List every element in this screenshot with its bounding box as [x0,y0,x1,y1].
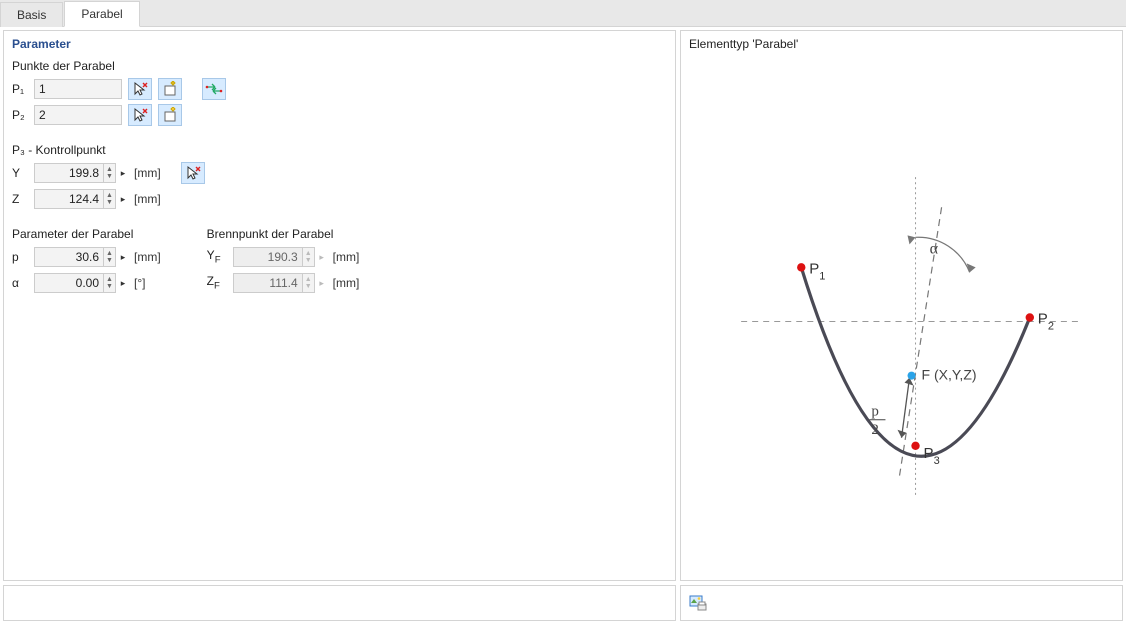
swap-points[interactable] [202,78,226,100]
new-item-icon [162,107,178,123]
alpha-spinner[interactable]: ▲▼ [104,273,116,293]
zf-label: ZF [207,274,233,291]
cursor-pick-icon [132,81,148,97]
p-spinner[interactable]: ▲▼ [104,247,116,267]
alpha-label: α [12,276,34,290]
y-menu[interactable]: ▸ [116,163,130,183]
z-unit: [mm] [134,192,161,206]
svg-text:α: α [930,240,939,257]
swap-arrows-icon [205,81,223,97]
svg-text:P3: P3 [924,445,940,467]
p2-input[interactable]: 2 [34,105,122,125]
tab-basis[interactable]: Basis [0,2,63,27]
yf-menu: ▸ [315,247,329,267]
panel-title-parameter: Parameter [4,31,675,55]
yf-spinner: ▲▼ [303,247,315,267]
alpha-input[interactable]: 0.00 [34,273,104,293]
p2-label: P₂ [12,108,34,122]
preview-canvas: α p 2 F (X,Y,Z) P1 [681,55,1122,580]
print-preview-button[interactable] [687,592,709,614]
y-unit: [mm] [134,166,161,180]
p-label: p [12,250,34,264]
z-label: Z [12,192,34,206]
preview-title: Elementtyp 'Parabel' [681,31,1122,55]
zf-menu: ▸ [315,273,329,293]
svg-text:p: p [871,404,879,420]
left-bottom-panel [3,585,676,621]
pick-point-p1[interactable] [128,78,152,100]
new-item-icon [162,81,178,97]
yf-input: 190.3 [233,247,303,267]
preview-toolbar [680,585,1123,621]
svg-text:P2: P2 [1038,311,1054,333]
section-points: Punkte der Parabel [4,55,675,75]
tab-parabel[interactable]: Parabel [64,1,139,27]
y-spinner[interactable]: ▲▼ [104,163,116,183]
z-spinner[interactable]: ▲▼ [104,189,116,209]
svg-text:P1: P1 [809,260,825,282]
new-item-p1[interactable] [158,78,182,100]
svg-text:2: 2 [871,422,879,438]
p-input[interactable]: 30.6 [34,247,104,267]
cursor-pick-icon [132,107,148,123]
z-menu[interactable]: ▸ [116,189,130,209]
pick-point-p2[interactable] [128,104,152,126]
svg-text:F (X,Y,Z): F (X,Y,Z) [922,367,977,383]
y-label: Y [12,166,34,180]
alpha-unit: [°] [134,276,145,290]
zf-unit: [mm] [333,276,360,290]
pick-coord-p3[interactable] [181,162,205,184]
p-menu[interactable]: ▸ [116,247,130,267]
yf-label: YF [207,248,233,265]
new-item-p2[interactable] [158,104,182,126]
alpha-menu[interactable]: ▸ [116,273,130,293]
p1-label: P₁ [12,82,34,96]
section-param: Parameter der Parabel [4,223,169,243]
p1-input[interactable]: 1 [34,79,122,99]
yf-unit: [mm] [333,250,360,264]
section-focus: Brennpunkt der Parabel [199,223,368,243]
tab-bar: Basis Parabel [0,0,1126,27]
section-p3: P₃ - Kontrollpunkt [4,139,675,159]
y-input[interactable]: 199.8 [34,163,104,183]
z-input[interactable]: 124.4 [34,189,104,209]
cursor-pick-icon [185,165,201,181]
image-print-icon [689,594,707,612]
p-unit: [mm] [134,250,161,264]
zf-input: 111.4 [233,273,303,293]
zf-spinner: ▲▼ [303,273,315,293]
